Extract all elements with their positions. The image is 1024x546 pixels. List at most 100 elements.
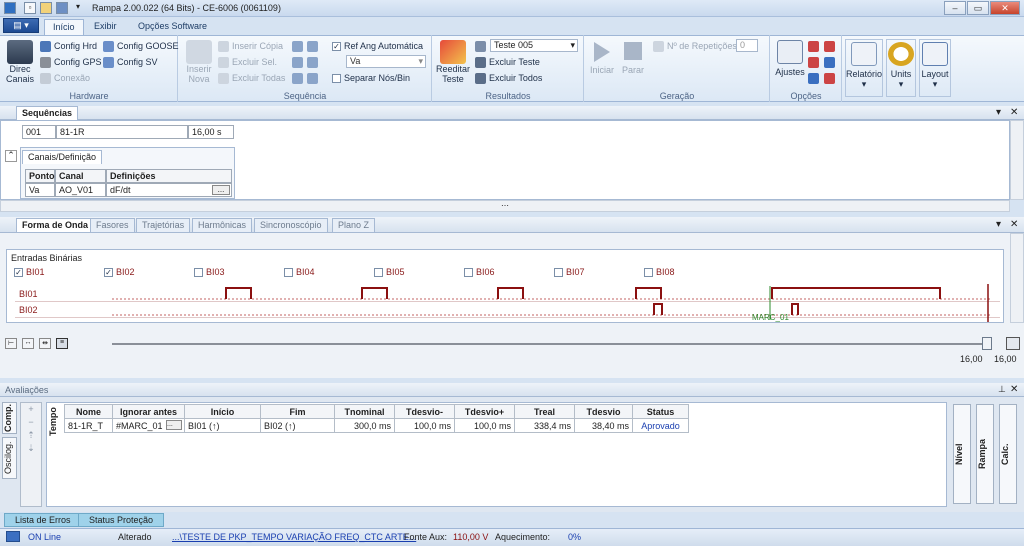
chart-icon-6[interactable] <box>824 73 835 84</box>
chart-icon-1[interactable] <box>808 41 819 52</box>
units-button[interactable]: Units ▾ <box>886 39 916 97</box>
tab-comp[interactable]: Comp. <box>2 402 17 434</box>
excluir-sel-button[interactable]: Excluir Sel. <box>218 57 277 69</box>
bi-checkbox-bi08[interactable]: BI08 <box>644 267 675 278</box>
tab-oscilog[interactable]: Oscilog. <box>2 437 17 479</box>
wave-vscroll[interactable] <box>1010 233 1024 323</box>
config-hrd-button[interactable]: Config Hrd <box>40 41 97 53</box>
bi-checkbox-bi07[interactable]: BI07 <box>554 267 585 278</box>
bi-checkbox-bi01[interactable]: ✓ BI01 <box>14 267 45 278</box>
ajustes-button[interactable]: Ajustes <box>775 40 805 77</box>
wave-dropdown-icon[interactable]: ▾ <box>996 219 1001 230</box>
reeditar-teste-button[interactable]: Reeditar Teste <box>436 40 470 84</box>
tab-inicio[interactable]: Início <box>44 19 84 35</box>
ignorar-edit-button[interactable]: ... <box>166 420 182 430</box>
rampa-button[interactable]: Rampa <box>976 404 994 504</box>
time-slider-track[interactable] <box>112 343 982 345</box>
collapse-icon[interactable]: ⌃ <box>5 150 17 162</box>
bi-checkbox-bi02[interactable]: ✓ BI02 <box>104 267 135 278</box>
avaliacoes-close-icon[interactable]: ✕ <box>1010 384 1018 395</box>
move-row-up-icon[interactable]: ⇡ <box>21 429 41 442</box>
new-file-icon[interactable]: ▫ <box>24 2 36 14</box>
maximize-button[interactable]: ▭ <box>967 1 989 15</box>
iniciar-button[interactable]: Iniciar <box>589 40 615 75</box>
nivel-button[interactable]: Nível <box>953 404 971 504</box>
seq-name[interactable]: 81-1R <box>56 125 188 139</box>
chart-icon-2[interactable] <box>824 41 835 52</box>
panel-dropdown-icon[interactable]: ▾ <box>996 107 1001 118</box>
cell-fim[interactable]: BI02 (↑) <box>260 418 335 433</box>
open-folder-icon[interactable] <box>40 2 52 14</box>
tab-canais-definicao[interactable]: Canais/Definição <box>22 150 103 164</box>
parar-button[interactable]: Parar <box>620 40 646 75</box>
excluir-teste-button[interactable]: Excluir Teste <box>475 57 540 69</box>
direc-canais-button[interactable]: Direc Canais <box>5 40 35 84</box>
config-sv-button[interactable]: Config SV <box>103 57 158 69</box>
chart-icon-5[interactable] <box>808 73 819 84</box>
tab-lista-erros[interactable]: Lista de Erros <box>4 513 82 527</box>
conexao-button[interactable]: Conexão <box>40 73 90 85</box>
seq-duration[interactable]: 16,00 s <box>188 125 234 139</box>
definicao-edit-button[interactable]: ... <box>212 185 230 195</box>
tab-harmonicas[interactable]: Harmônicas <box>192 218 253 232</box>
table-row[interactable]: 81-1R_T #MARC_01... BI01 (↑) BI02 (↑) 30… <box>64 418 689 433</box>
zoom-out-icon[interactable]: ⇹ <box>39 338 51 349</box>
cell-nome[interactable]: 81-1R_T <box>64 418 113 433</box>
add-row-icon[interactable]: + <box>21 403 41 416</box>
zoom-in-icon[interactable]: ↔ <box>22 338 34 349</box>
ref-ang-checkbox[interactable]: ✓ Ref Ang Automática <box>332 41 423 52</box>
repeticoes-input[interactable]: 0 <box>736 39 758 52</box>
inserir-copia-button[interactable]: Inserir Cópia <box>218 41 283 53</box>
bi-checkbox-bi06[interactable]: BI06 <box>464 267 495 278</box>
move-row-down-icon[interactable]: ⇣ <box>21 442 41 455</box>
excluir-todas-button[interactable]: Excluir Todas <box>218 73 285 85</box>
bi-checkbox-bi05[interactable]: BI05 <box>374 267 405 278</box>
seq-id[interactable]: 001 <box>22 125 56 139</box>
tab-trajetorias[interactable]: Trajetórias <box>136 218 191 232</box>
move-top-icon[interactable] <box>307 41 318 52</box>
teste-select[interactable]: Teste 005 ▾ <box>490 39 578 52</box>
tab-sincronoscopio[interactable]: Sincronoscópio <box>254 218 328 232</box>
bi-checkbox-bi03[interactable]: BI03 <box>194 267 225 278</box>
tab-status-protecao[interactable]: Status Proteção <box>78 513 165 527</box>
close-button[interactable]: ✕ <box>990 1 1020 15</box>
tab-exibir[interactable]: Exibir <box>86 19 125 35</box>
cell-tdesvio-minus[interactable]: 100,0 ms <box>394 418 455 433</box>
move-down-icon[interactable] <box>292 57 303 68</box>
move-left-icon[interactable] <box>292 73 303 84</box>
separar-checkbox[interactable]: Separar Nós/Bin <box>332 73 410 84</box>
layout-button[interactable]: Layout ▾ <box>919 39 951 97</box>
move-up-icon[interactable] <box>292 41 303 52</box>
move-bottom-icon[interactable] <box>307 57 318 68</box>
config-gps-button[interactable]: Config GPS <box>40 57 102 69</box>
chart-icon-3[interactable] <box>808 57 819 68</box>
calc-button[interactable]: Calc. <box>999 404 1017 504</box>
bi-checkbox-bi04[interactable]: BI04 <box>284 267 315 278</box>
zoom-fit-icon[interactable]: ⊢ <box>5 338 17 349</box>
cell-inicio[interactable]: BI01 (↑) <box>184 418 261 433</box>
tab-sequencias[interactable]: Sequências <box>16 106 79 120</box>
time-slider-handle[interactable] <box>982 337 992 350</box>
file-path-link[interactable]: ...\TESTE DE PKP_TEMPO VARIAÇÃO FREQ_CTC… <box>172 532 416 542</box>
relatorio-button[interactable]: Relatório ▾ <box>845 39 883 97</box>
sequencias-vscroll[interactable] <box>1010 120 1024 200</box>
customize-qat-icon[interactable]: ▾ <box>72 2 84 14</box>
remove-row-icon[interactable]: − <box>21 416 41 429</box>
move-right-icon[interactable] <box>307 73 318 84</box>
avaliacoes-pin-icon[interactable]: ⊥ <box>998 384 1006 395</box>
chart-icon-4[interactable] <box>824 57 835 68</box>
cell-ponto[interactable]: Va <box>25 183 55 197</box>
app-menu-button[interactable]: ▤ ▾ <box>3 18 39 33</box>
tab-opcoes-software[interactable]: Opções Software <box>130 19 215 35</box>
inserir-nova-button[interactable]: Inserir Nova <box>185 40 213 84</box>
cell-ignorar[interactable]: #MARC_01... <box>112 418 185 433</box>
tab-plano-z[interactable]: Plano Z <box>332 218 376 232</box>
excluir-todos-button[interactable]: Excluir Todos <box>475 73 542 85</box>
ref-ang-select[interactable]: Va ▾ <box>346 55 426 68</box>
cell-tdesvio-plus[interactable]: 100,0 ms <box>454 418 515 433</box>
minimize-button[interactable]: – <box>944 1 966 15</box>
time-window-icon[interactable] <box>1006 337 1020 350</box>
panel-close-icon[interactable]: ✕ <box>1010 107 1018 118</box>
wave-close-icon[interactable]: ✕ <box>1010 219 1018 230</box>
sequencias-hscroll[interactable]: ⋯ <box>0 200 1010 212</box>
